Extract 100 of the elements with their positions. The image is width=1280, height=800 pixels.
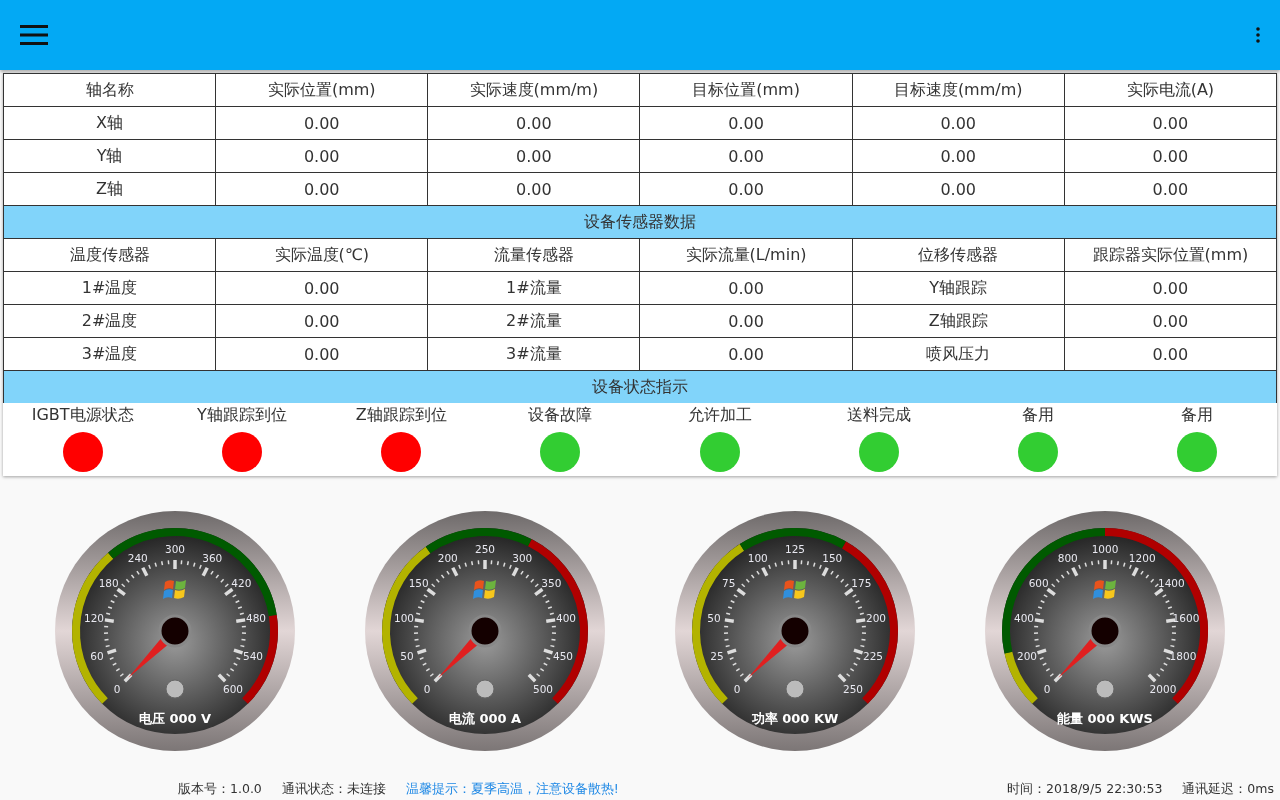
table-cell: 0.00 [639, 271, 853, 305]
scale-label: 350 [541, 576, 562, 589]
latency-text: 通讯延迟：0ms [1182, 780, 1274, 798]
column-header: 轴名称 [3, 73, 216, 107]
table-cell: 0.00 [215, 271, 428, 305]
flag-logo-icon [163, 580, 186, 599]
version-text: 版本号：1.0.0 [178, 780, 262, 798]
scale-label: 50 [400, 650, 414, 663]
table-cell: 2#温度 [3, 304, 216, 338]
scale-label: 500 [532, 683, 553, 695]
scale-label: 200 [437, 551, 458, 564]
table-cell: 喷风压力 [852, 337, 1065, 371]
more-icon[interactable] [1256, 27, 1260, 43]
scale-label: 400 [1014, 612, 1035, 625]
table-cell: 0.00 [215, 304, 428, 338]
scale-label: 125 [785, 543, 805, 555]
column-header: 目标速度(mm/m) [852, 73, 1065, 107]
flag-logo-icon [783, 580, 806, 599]
section-title: 设备状态指示 [3, 371, 1277, 403]
scale-label: 2000 [1149, 683, 1177, 695]
table-cell: 2#流量 [427, 304, 640, 338]
table-cell: 0.00 [852, 106, 1065, 140]
table-cell: 0.00 [215, 337, 428, 371]
tip-text: 温馨提示：夏季高温，注意设备散热! [405, 780, 619, 798]
table-cell: X轴 [3, 106, 216, 140]
table-cell: 0.00 [427, 172, 640, 206]
table-cell: Z轴跟踪 [852, 304, 1065, 338]
gauge-title: 电流 000 A [448, 711, 522, 726]
connection-status: 通讯状态：未连接 [281, 780, 386, 798]
table-cell: Z轴 [3, 172, 216, 206]
table-cell: Y轴 [3, 139, 216, 173]
flag-logo-icon [473, 580, 496, 599]
scale-label: 240 [127, 551, 148, 564]
scale-label: 540 [242, 650, 263, 663]
table-cell: 0.00 [1064, 139, 1277, 173]
scale-label: 1400 [1157, 576, 1185, 589]
column-header: 实际电流(A) [1064, 73, 1277, 107]
column-header: 流量传感器 [427, 238, 640, 272]
table-cell: Y轴跟踪 [852, 271, 1065, 305]
table-cell: 0.00 [1064, 172, 1277, 206]
section-title: 设备传感器数据 [3, 206, 1277, 238]
scale-label: 600 [222, 683, 243, 695]
table-cell: 3#温度 [3, 337, 216, 371]
table-cell: 0.00 [215, 172, 428, 206]
scale-label: 120 [84, 612, 105, 625]
scale-label: 360 [202, 551, 223, 564]
table-cell: 0.00 [1064, 106, 1277, 140]
scale-label: 300 [512, 551, 533, 564]
scale-label: 250 [475, 543, 495, 555]
scale-label: 175 [851, 576, 872, 589]
scale-label: 100 [394, 612, 415, 625]
table-cell: 0.00 [427, 106, 640, 140]
scale-label: 200 [1017, 650, 1038, 663]
indicator-label: 允许加工 [687, 405, 752, 426]
column-header: 位移传感器 [852, 238, 1065, 272]
scale-label: 225 [862, 650, 883, 663]
column-header: 目标位置(mm) [639, 73, 853, 107]
table-cell: 0.00 [427, 139, 640, 173]
scale-label: 600 [1028, 576, 1049, 589]
scale-label: 75 [721, 576, 736, 589]
menu-icon[interactable] [20, 25, 48, 45]
indicator-label: 备用 [1022, 405, 1055, 426]
scale-label: 400 [555, 612, 576, 625]
knob-icon [475, 679, 495, 699]
column-header: 实际流量(L/min) [639, 238, 853, 272]
table-cell: 0.00 [639, 172, 853, 206]
scale-label: 25 [710, 650, 724, 663]
table-cell: 1#温度 [3, 271, 216, 305]
indicator-label: IGBT电源状态 [31, 405, 134, 426]
knob-icon [165, 679, 185, 699]
scale-label: 1800 [1169, 650, 1197, 663]
table-cell: 0.00 [852, 172, 1065, 206]
scale-label: 180 [98, 576, 119, 589]
column-header: 实际位置(mm) [215, 73, 428, 107]
scale-label: 0 [733, 683, 741, 695]
scale-label: 250 [842, 683, 863, 695]
scale-label: 480 [245, 612, 266, 625]
indicator-label: Z轴跟踪到位 [355, 405, 447, 426]
table-cell: 3#流量 [427, 337, 640, 371]
table-cell: 0.00 [215, 106, 428, 140]
table-cell: 0.00 [639, 139, 853, 173]
column-header: 跟踪器实际位置(mm) [1064, 238, 1277, 272]
table-cell: 0.00 [215, 139, 428, 173]
scale-label: 420 [231, 576, 252, 589]
table-cell: 0.00 [852, 139, 1065, 173]
indicator-label: Y轴跟踪到位 [197, 405, 287, 426]
table-cell: 1#流量 [427, 271, 640, 305]
column-header: 实际速度(mm/m) [427, 73, 640, 107]
flag-logo-icon [1093, 580, 1116, 599]
scale-label: 150 [408, 576, 429, 589]
knob-icon [1095, 679, 1115, 699]
scale-label: 1000 [1091, 543, 1119, 555]
scale-label: 1600 [1172, 612, 1200, 625]
scale-label: 1200 [1128, 551, 1156, 564]
gauge-title: 电压 000 V [138, 711, 212, 726]
table-cell: 0.00 [639, 337, 853, 371]
table-cell: 0.00 [1064, 304, 1277, 338]
scale-label: 300 [165, 543, 185, 555]
indicator-label: 送料完成 [846, 405, 911, 426]
time-text: 时间：2018/9/5 22:30:53 [1007, 780, 1163, 798]
